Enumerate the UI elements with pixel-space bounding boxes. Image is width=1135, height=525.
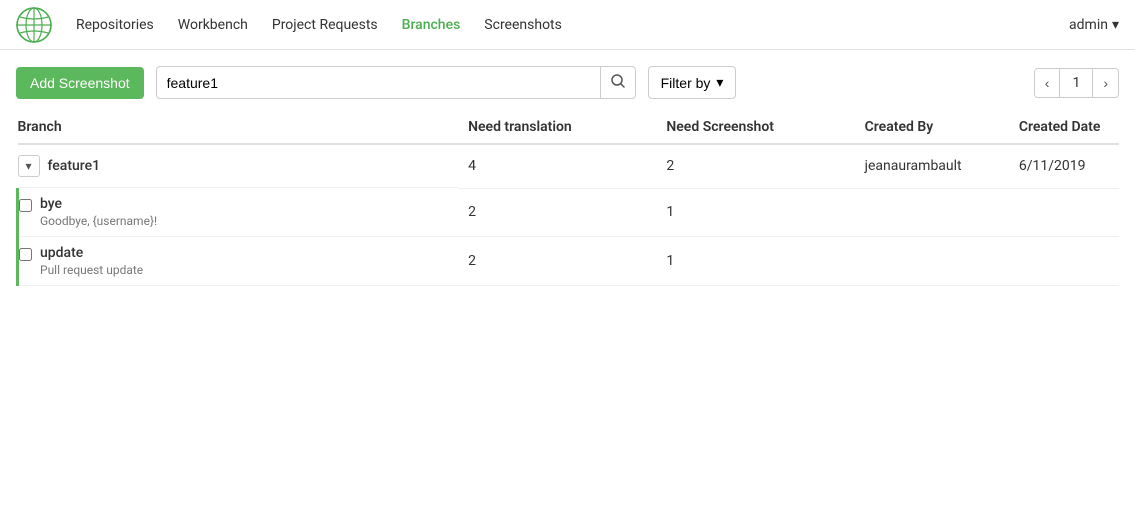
nav-links: Repositories Workbench Project Requests … [76,13,1045,37]
admin-label: admin [1069,17,1108,33]
nav-branches[interactable]: Branches [402,13,461,37]
col-created-date: Created Date [1009,111,1119,144]
feature-need-translation: 4 [458,144,656,188]
update-branch-inner: update Pull request update [19,245,448,277]
table-row: update Pull request update 2 1 [18,237,1120,286]
update-created-by [855,237,1009,286]
nav-workbench[interactable]: Workbench [178,13,248,37]
search-button[interactable] [600,67,635,98]
bye-branch-name: bye [40,196,157,212]
filter-button[interactable]: Filter by ▾ [648,66,737,99]
bye-created-date [1009,188,1119,237]
pagination-next-button[interactable]: › [1093,69,1118,97]
feature-need-screenshot: 2 [656,144,854,188]
filter-label: Filter by [661,75,711,91]
search-icon [611,74,625,88]
chevron-down-icon: ▾ [25,159,31,173]
update-branch-cell: update Pull request update [18,237,459,286]
update-checkbox[interactable] [19,248,32,261]
filter-caret-icon: ▾ [716,74,723,91]
bye-created-by [855,188,1009,237]
brand-logo[interactable] [16,7,52,43]
admin-caret-icon: ▾ [1112,17,1119,33]
toolbar: Add Screenshot Filter by ▾ ‹ 1 › [0,50,1135,111]
add-screenshot-button[interactable]: Add Screenshot [16,67,144,99]
search-wrapper [156,66,636,99]
col-need-translation: Need translation [458,111,656,144]
table-header-row: Branch Need translation Need Screenshot … [18,111,1120,144]
bye-branch-cell: bye Goodbye, {username}! [18,188,459,237]
feature-created-date: 6/11/2019 [1009,144,1119,188]
admin-menu[interactable]: admin ▾ [1069,17,1119,33]
feature-created-by: jeanaurambault [855,144,1009,188]
expand-button[interactable]: ▾ [18,155,40,177]
feature-branch-name: feature1 [48,158,101,174]
bye-need-screenshot: 1 [656,188,854,237]
nav-screenshots[interactable]: Screenshots [484,13,562,37]
branches-table: Branch Need translation Need Screenshot … [16,111,1119,286]
nav-project-requests[interactable]: Project Requests [272,13,378,37]
pagination-prev-button[interactable]: ‹ [1035,69,1060,97]
pagination: ‹ 1 › [1034,68,1119,98]
bye-branch-info: bye Goodbye, {username}! [40,196,157,228]
bye-checkbox[interactable] [19,199,32,212]
table-row: bye Goodbye, {username}! 2 1 [18,188,1120,237]
update-need-translation: 2 [458,237,656,286]
table-row: ▾ feature1 4 2 jeanaurambault 6/11/2019 [18,144,1120,188]
col-branch: Branch [18,111,459,144]
bye-branch-desc: Goodbye, {username}! [40,214,157,228]
pagination-current-page: 1 [1059,69,1093,97]
nav-repositories[interactable]: Repositories [76,13,154,37]
navbar: Repositories Workbench Project Requests … [0,0,1135,50]
col-need-screenshot: Need Screenshot [656,111,854,144]
update-branch-desc: Pull request update [40,263,143,277]
update-branch-name: update [40,245,143,261]
update-branch-info: update Pull request update [40,245,143,277]
branches-table-container: Branch Need translation Need Screenshot … [0,111,1135,286]
search-input[interactable] [157,68,600,98]
bye-branch-inner: bye Goodbye, {username}! [19,196,448,228]
feature-branch-cell: ▾ feature1 [18,145,459,188]
update-created-date [1009,237,1119,286]
bye-need-translation: 2 [458,188,656,237]
col-created-by: Created By [855,111,1009,144]
update-need-screenshot: 1 [656,237,854,286]
